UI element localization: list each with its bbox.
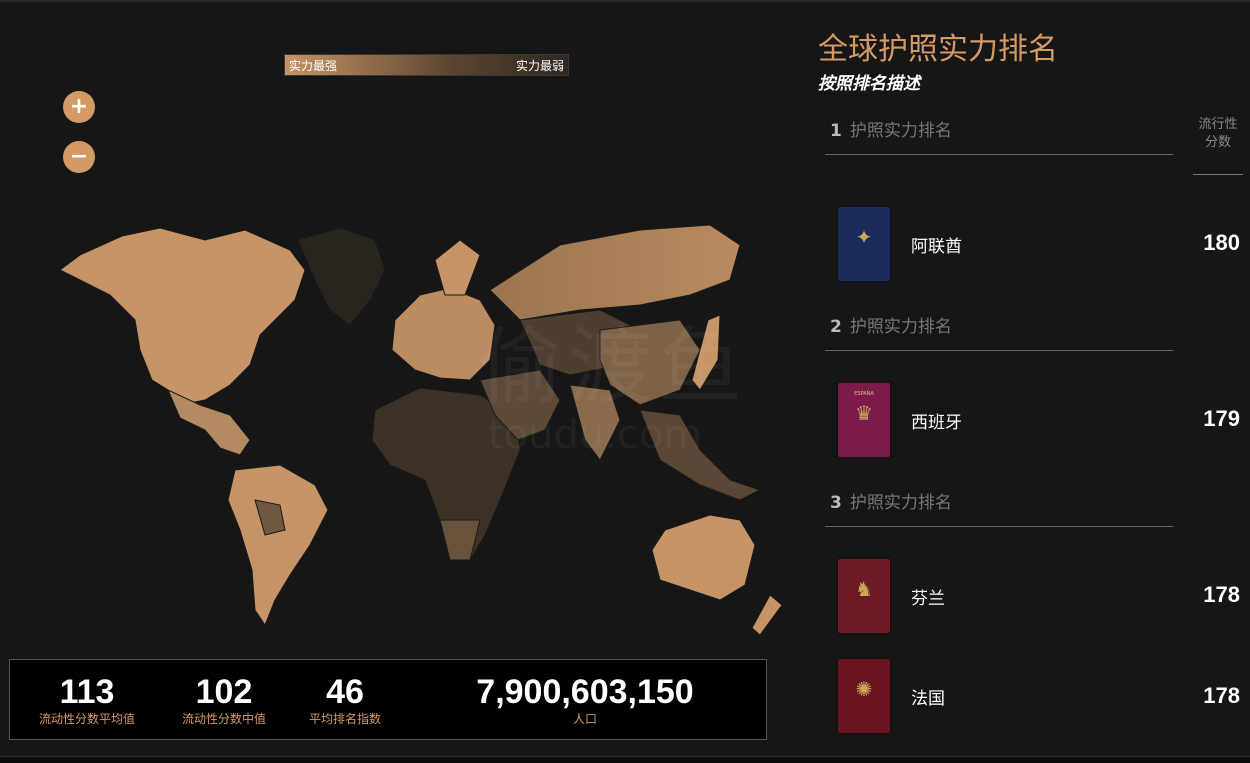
plus-icon: +: [69, 94, 89, 119]
zoom-out-button[interactable]: −: [63, 141, 95, 173]
color-legend: 实力最强 实力最弱: [284, 54, 569, 76]
region-greenland: [297, 227, 386, 326]
country-name[interactable]: 芬兰: [911, 584, 945, 609]
stat-value: 7,900,603,150: [476, 673, 694, 711]
bottom-border: [0, 756, 1250, 763]
passport-spain[interactable]: ESPAÑA ♛: [838, 383, 890, 457]
page-subtitle: 按照排名描述: [818, 74, 920, 94]
score-value: 178: [1203, 683, 1240, 708]
watermark-text: 偷渡鱼: [478, 318, 749, 416]
stat-label: 平均排名指数: [308, 712, 381, 726]
region-new-zealand: [751, 594, 783, 636]
rank-number: 1: [830, 121, 842, 141]
stat-median: 102 流动性分数中值: [174, 672, 274, 726]
passport-country-text: ESPAÑA: [854, 391, 874, 397]
rank-divider: [825, 526, 1173, 527]
lion-emblem-icon: ♞: [855, 576, 873, 601]
seal-emblem-icon: ✺: [855, 676, 873, 701]
score-value: 180: [1203, 230, 1240, 255]
stat-rank-index: 46 平均排名指数: [302, 672, 388, 726]
region-scandinavia: [434, 239, 481, 296]
region-australia: [651, 514, 756, 601]
page-title: 全球护照实力排名: [818, 32, 1058, 67]
stat-average: 113 流动性分数平均值: [32, 672, 142, 726]
region-central-america: [167, 388, 251, 456]
rank-heading: 护照实力排名: [849, 493, 952, 513]
rank-divider: [825, 154, 1173, 155]
country-name[interactable]: 阿联酋: [911, 232, 962, 257]
minus-icon: −: [69, 144, 89, 169]
legend-weak-label: 实力最弱: [515, 58, 564, 73]
score-value: 178: [1203, 582, 1240, 607]
stat-value: 113: [59, 673, 115, 711]
region-north-america: [59, 227, 306, 406]
top-border: [0, 0, 1250, 2]
stat-label: 人口: [572, 712, 597, 726]
stat-value: 102: [195, 673, 253, 711]
rank-heading: 护照实力排名: [849, 121, 952, 141]
eagle-emblem-icon: ✦: [855, 224, 873, 249]
rank-group-header: 2 护照实力排名: [830, 312, 952, 337]
rank-group-header: 1 护照实力排名: [830, 116, 952, 141]
passport-finland[interactable]: ♞: [838, 559, 890, 633]
stat-value: 46: [326, 673, 364, 711]
stats-bar: 113 流动性分数平均值 102 流动性分数中值 46 平均排名指数 7,900…: [9, 659, 767, 740]
watermark-url: toudu.com: [488, 412, 703, 458]
rank-divider: [825, 350, 1173, 351]
passport-france[interactable]: ✺: [838, 659, 890, 733]
rank-group-header: 3 护照实力排名: [830, 488, 952, 513]
legend-strong-label: 实力最强: [289, 58, 338, 73]
score-value: 179: [1203, 406, 1240, 431]
zoom-in-button[interactable]: +: [63, 91, 95, 123]
stat-population: 7,900,603,150 人口: [440, 672, 730, 726]
region-south-america: [227, 464, 329, 627]
score-column-header: 流行性分数: [1198, 117, 1238, 150]
rank-heading: 护照实力排名: [849, 317, 952, 337]
column-header-divider: [1193, 174, 1243, 175]
passport-uae[interactable]: ✦: [838, 207, 890, 281]
rank-number: 2: [830, 317, 842, 337]
country-name[interactable]: 法国: [911, 684, 945, 709]
country-name[interactable]: 西班牙: [911, 408, 962, 433]
stat-label: 流动性分数中值: [181, 712, 266, 726]
crest-emblem-icon: ♛: [855, 400, 873, 425]
rank-number: 3: [830, 493, 842, 513]
stat-label: 流动性分数平均值: [38, 712, 135, 726]
